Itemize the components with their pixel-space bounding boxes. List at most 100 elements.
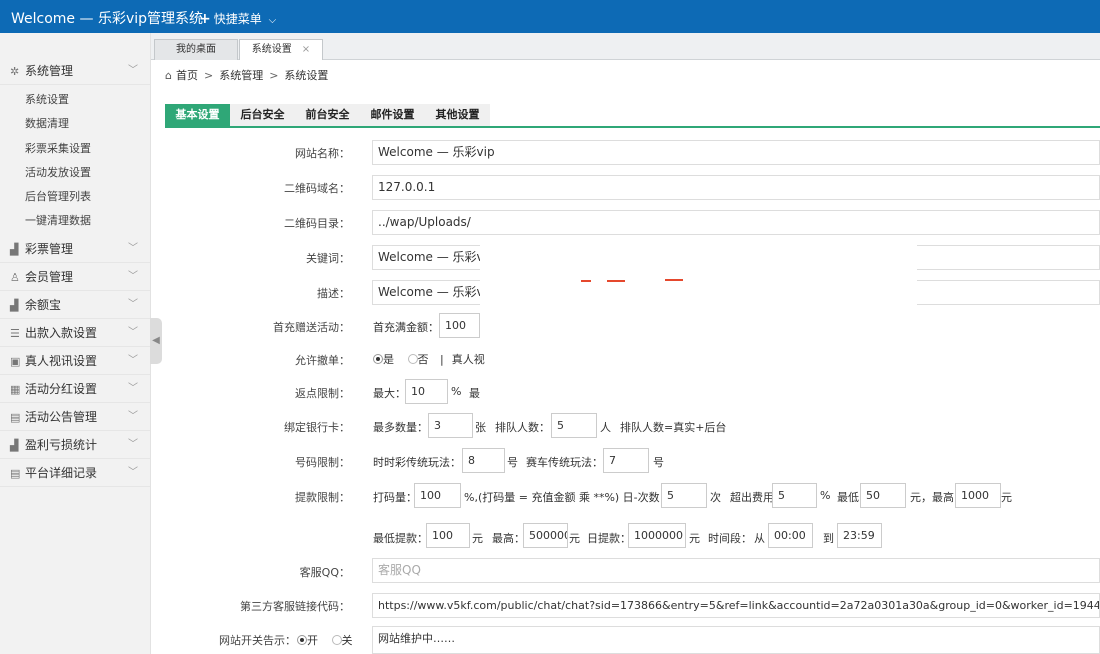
sidebar-section-platform-records[interactable]: ▤ 平台详细记录 ﹀ bbox=[0, 459, 150, 487]
chart-icon: ▟ bbox=[10, 439, 19, 452]
qr-dir-input[interactable]: ../wap/Uploads/ bbox=[372, 210, 1100, 235]
daily-times-input[interactable]: 5 bbox=[661, 483, 707, 508]
withdraw-min-unit: 元 bbox=[472, 532, 483, 545]
sidebar-section-profit-stats[interactable]: ▟ 盈利亏损统计 ﹀ bbox=[0, 431, 150, 459]
bind-card-label: 绑定银行卡： bbox=[284, 421, 350, 434]
withdraw-min-input[interactable]: 100 bbox=[426, 523, 470, 548]
sidebar-section-system[interactable]: ✲ 系统管理 ﹀ bbox=[0, 57, 150, 85]
quick-menu-button[interactable]: + 快捷菜单 ⌵ bbox=[199, 10, 276, 27]
tab-mail-settings[interactable]: 邮件设置 bbox=[360, 104, 425, 126]
fee-max-input[interactable]: 1000 bbox=[955, 483, 1001, 508]
breadcrumb-level2: 系统设置 bbox=[284, 69, 329, 82]
top-header: Welcome — 乐彩vip管理系统 + 快捷菜单 ⌵ bbox=[0, 0, 1100, 33]
tab-my-desktop[interactable]: 我的桌面 bbox=[154, 39, 238, 60]
radio-on[interactable] bbox=[297, 635, 307, 645]
overlay-mask bbox=[480, 243, 917, 305]
first-deposit-label: 首充赠送活动： bbox=[273, 321, 350, 334]
sidebar-section-lottery[interactable]: ▟ 彩票管理 ﹀ bbox=[0, 235, 150, 263]
queue-note: 排队人数=真实+后台 bbox=[620, 421, 727, 434]
radio-yes[interactable] bbox=[373, 354, 383, 364]
radio-yes-label: 是 bbox=[383, 353, 394, 366]
bind-card-max-label: 最多数量： bbox=[373, 421, 428, 434]
description-label: 描述： bbox=[317, 287, 350, 300]
sidebar-section-label: 活动分红设置 bbox=[25, 382, 98, 396]
qr-dir-label: 二维码目录： bbox=[284, 217, 350, 230]
qr-domain-input[interactable]: 127.0.0.1 bbox=[372, 175, 1100, 200]
settings-tabs: 基本设置 后台安全 前台安全 邮件设置 其他设置 bbox=[165, 104, 1100, 128]
allow-cancel-options: 是 否 | 真人视 bbox=[373, 351, 485, 367]
plus-icon: + bbox=[199, 11, 211, 27]
sidebar-item-system-settings[interactable]: 系统设置 bbox=[0, 88, 150, 112]
sidebar-section-label: 余额宝 bbox=[25, 298, 62, 312]
sidebar: ✲ 系统管理 ﹀ 系统设置 数据清理 彩票采集设置 活动发放设置 后台管理列表 一… bbox=[0, 33, 151, 654]
pk-input[interactable]: 7 bbox=[603, 448, 649, 473]
period-from-input[interactable]: 00:00 bbox=[768, 523, 813, 548]
fee-min-input[interactable]: 50 bbox=[860, 483, 906, 508]
ssc-input[interactable]: 8 bbox=[462, 448, 505, 473]
card-icon: ▤ bbox=[10, 411, 21, 424]
breadcrumb-separator: > bbox=[203, 69, 214, 82]
bind-card-max-input[interactable]: 3 bbox=[428, 413, 473, 438]
tab-backend-security[interactable]: 后台安全 bbox=[230, 104, 295, 126]
tab-label: 我的桌面 bbox=[176, 44, 216, 55]
qr-domain-label: 二维码域名： bbox=[284, 182, 350, 195]
rebate-min-label: 最 bbox=[469, 387, 480, 400]
radio-no[interactable] bbox=[407, 354, 418, 364]
tab-other-settings[interactable]: 其他设置 bbox=[425, 104, 490, 126]
sidebar-item-admin-list[interactable]: 后台管理列表 bbox=[0, 185, 150, 209]
tab-frontend-security[interactable]: 前台安全 bbox=[295, 104, 360, 126]
number-limit-label: 号码限制： bbox=[295, 456, 350, 469]
radio-no-label: 否 bbox=[417, 353, 429, 366]
sidebar-section-announcements[interactable]: ▤ 活动公告管理 ﹀ bbox=[0, 403, 150, 431]
quick-menu-label: 快捷菜单 bbox=[213, 12, 262, 26]
keywords-label: 关键词： bbox=[306, 252, 350, 265]
page-tab-strip: 我的桌面 系统设置 × bbox=[151, 33, 1100, 60]
period-to-input[interactable]: 23:59 bbox=[837, 523, 882, 548]
first-deposit-amount-input[interactable]: 100 bbox=[439, 313, 480, 338]
fee-max-unit: 元 bbox=[1001, 491, 1012, 504]
sidebar-collapse-handle[interactable]: ◀ bbox=[150, 318, 162, 364]
sidebar-section-yuebao[interactable]: ▟ 余额宝 ﹀ bbox=[0, 291, 150, 319]
site-name-input[interactable]: Welcome — 乐彩vip bbox=[372, 140, 1100, 165]
sidebar-section-activity-bonus[interactable]: ▦ 活动分红设置 ﹀ bbox=[0, 375, 150, 403]
list-icon: ☰ bbox=[10, 327, 20, 340]
sidebar-item-activity-release[interactable]: 活动发放设置 bbox=[0, 161, 150, 185]
sidebar-item-lottery-collect[interactable]: 彩票采集设置 bbox=[0, 137, 150, 161]
chevron-down-icon: ﹀ bbox=[128, 271, 138, 282]
user-icon: ♙ bbox=[10, 271, 20, 284]
red-mark bbox=[607, 280, 625, 282]
withdraw-label: 提款限制： bbox=[295, 491, 350, 504]
service-link-input[interactable]: https://www.v5kf.com/public/chat/chat?si… bbox=[372, 593, 1100, 618]
breadcrumb-home[interactable]: 首页 bbox=[176, 69, 198, 82]
turnover-note: %,(打码量 = 充值金额 乘 **%) 日-次数： bbox=[464, 491, 671, 504]
queue-label: 排队人数： bbox=[495, 421, 550, 434]
daily-withdraw-input[interactable]: 1000000 bbox=[628, 523, 686, 548]
rebate-max-input[interactable]: 10 bbox=[405, 379, 448, 404]
breadcrumb-level1[interactable]: 系统管理 bbox=[219, 69, 263, 82]
tab-basic-settings[interactable]: 基本设置 bbox=[165, 104, 230, 126]
maintenance-notice-textarea[interactable]: 网站维护中…… bbox=[372, 626, 1100, 654]
ssc-unit: 号 bbox=[507, 456, 518, 469]
sidebar-item-data-cleanup[interactable]: 数据清理 bbox=[0, 112, 150, 136]
radio-off[interactable] bbox=[331, 635, 342, 645]
period-from-label: 从 bbox=[754, 532, 765, 545]
sidebar-section-deposit-withdraw[interactable]: ☰ 出款入款设置 ﹀ bbox=[0, 319, 150, 347]
close-icon[interactable]: × bbox=[302, 44, 310, 55]
live-video-label: 真人视 bbox=[451, 353, 485, 366]
sidebar-item-one-click-clean[interactable]: 一键清理数据 bbox=[0, 209, 150, 233]
video-icon: ▣ bbox=[10, 355, 21, 368]
queue-input[interactable]: 5 bbox=[551, 413, 597, 438]
tab-system-settings[interactable]: 系统设置 × bbox=[239, 39, 323, 60]
service-qq-input[interactable]: 客服QQ bbox=[372, 558, 1100, 583]
withdraw-max-input[interactable]: 500000 bbox=[523, 523, 568, 548]
chevron-down-icon: ﹀ bbox=[128, 355, 138, 366]
turnover-input[interactable]: 100 bbox=[414, 483, 461, 508]
chevron-down-icon: ﹀ bbox=[128, 327, 138, 338]
fee-input[interactable]: 5 bbox=[772, 483, 817, 508]
sidebar-section-members[interactable]: ♙ 会员管理 ﹀ bbox=[0, 263, 150, 291]
withdraw-max-label: 最高： bbox=[492, 532, 525, 545]
sidebar-section-live-video[interactable]: ▣ 真人视讯设置 ﹀ bbox=[0, 347, 150, 375]
sidebar-section-label: 系统管理 bbox=[25, 64, 74, 78]
chevron-down-icon: ﹀ bbox=[128, 243, 138, 254]
chart-icon: ▟ bbox=[10, 243, 19, 256]
